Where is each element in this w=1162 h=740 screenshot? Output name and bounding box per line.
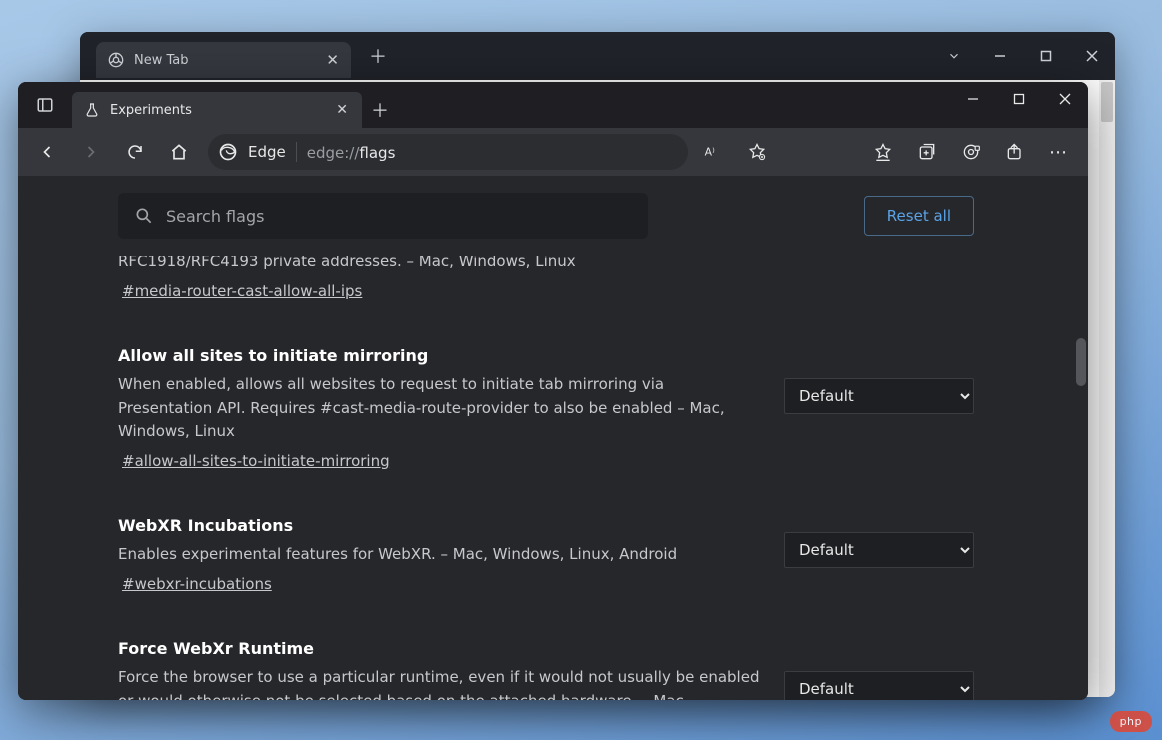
favorite-button[interactable] <box>738 134 776 170</box>
flag-description: When enabled, allows all websites to req… <box>118 373 760 443</box>
close-button[interactable] <box>1069 40 1115 72</box>
flags-header: Reset all <box>18 176 1074 256</box>
refresh-button[interactable] <box>116 134 154 170</box>
divider <box>296 142 297 162</box>
back-button[interactable] <box>28 134 66 170</box>
flag-select[interactable]: Default <box>784 671 974 700</box>
share-button[interactable] <box>996 134 1034 170</box>
collections-button[interactable] <box>908 134 946 170</box>
content-scroll-thumb[interactable] <box>1076 338 1086 386</box>
favorites-bar-button[interactable] <box>864 134 902 170</box>
flag-select[interactable]: Default <box>784 378 974 414</box>
address-bar[interactable]: Edge edge://flags <box>208 134 688 170</box>
chevron-down-icon[interactable] <box>931 40 977 72</box>
flag-title: WebXR Incubations <box>118 516 760 535</box>
chrome-new-tab-button[interactable]: ＋ <box>361 39 395 73</box>
flag-item: Force WebXr Runtime Force the browser to… <box>118 639 974 700</box>
flag-anchor-link[interactable]: #media-router-cast-allow-all-ips <box>118 282 362 300</box>
chrome-scroll-thumb[interactable] <box>1101 82 1113 122</box>
address-brand: Edge <box>248 143 286 161</box>
close-icon[interactable]: ✕ <box>326 51 339 69</box>
edge-toolbar: Edge edge://flags A⁾ ⋯ <box>18 128 1088 176</box>
chrome-logo-icon <box>108 52 124 68</box>
close-button[interactable] <box>1042 82 1088 116</box>
edge-tab[interactable]: Experiments ✕ <box>72 92 362 128</box>
content-scrollbar[interactable] <box>1074 176 1088 700</box>
maximize-button[interactable] <box>996 82 1042 116</box>
menu-button[interactable]: ⋯ <box>1040 134 1078 170</box>
chrome-scrollbar[interactable] <box>1099 80 1115 697</box>
reset-all-button[interactable]: Reset all <box>864 196 974 236</box>
flag-item: Allow all sites to initiate mirroring Wh… <box>118 346 974 470</box>
read-aloud-button[interactable]: A⁾ <box>694 134 732 170</box>
forward-button <box>72 134 110 170</box>
address-url: edge://flags <box>307 143 396 162</box>
flags-list: RFC1918/RFC4193 private addresses. – Mac… <box>18 256 1074 700</box>
edge-logo-icon <box>218 142 238 162</box>
chrome-titlebar: New Tab ✕ ＋ <box>80 32 1115 80</box>
watermark: php <box>1110 711 1152 732</box>
chrome-tab-title: New Tab <box>134 53 189 68</box>
flag-item-truncated: RFC1918/RFC4193 private addresses. – Mac… <box>118 256 974 300</box>
flag-title: Force WebXr Runtime <box>118 639 760 658</box>
extensions-button[interactable] <box>952 134 990 170</box>
minimize-button[interactable] <box>977 40 1023 72</box>
edge-tab-title: Experiments <box>110 103 192 118</box>
chrome-tab[interactable]: New Tab ✕ <box>96 42 351 78</box>
close-icon[interactable]: ✕ <box>334 100 350 120</box>
flag-select[interactable]: Default <box>784 532 974 568</box>
flag-description: Enables experimental features for WebXR.… <box>118 543 760 566</box>
flag-item: WebXR Incubations Enables experimental f… <box>118 516 974 593</box>
flag-anchor-link[interactable]: #allow-all-sites-to-initiate-mirroring <box>118 452 390 470</box>
edge-new-tab-button[interactable]: ＋ <box>362 92 398 128</box>
flags-page: Reset all RFC1918/RFC4193 private addres… <box>18 176 1088 700</box>
flag-description: Force the browser to use a particular ru… <box>118 666 760 700</box>
search-icon <box>134 206 154 226</box>
edge-window: Experiments ✕ ＋ Edge edge://flags A⁾ ⋯ <box>18 82 1088 700</box>
search-box[interactable] <box>118 193 648 239</box>
search-input[interactable] <box>166 207 632 226</box>
tab-actions-button[interactable] <box>18 82 72 128</box>
flag-description: RFC1918/RFC4193 private addresses. – Mac… <box>118 256 974 273</box>
svg-text:A⁾: A⁾ <box>705 145 715 158</box>
maximize-button[interactable] <box>1023 40 1069 72</box>
edge-titlebar: Experiments ✕ ＋ <box>18 82 1088 128</box>
minimize-button[interactable] <box>950 82 996 116</box>
flag-anchor-link[interactable]: #webxr-incubations <box>118 575 272 593</box>
flask-icon <box>84 102 100 118</box>
flag-title: Allow all sites to initiate mirroring <box>118 346 760 365</box>
home-button[interactable] <box>160 134 198 170</box>
